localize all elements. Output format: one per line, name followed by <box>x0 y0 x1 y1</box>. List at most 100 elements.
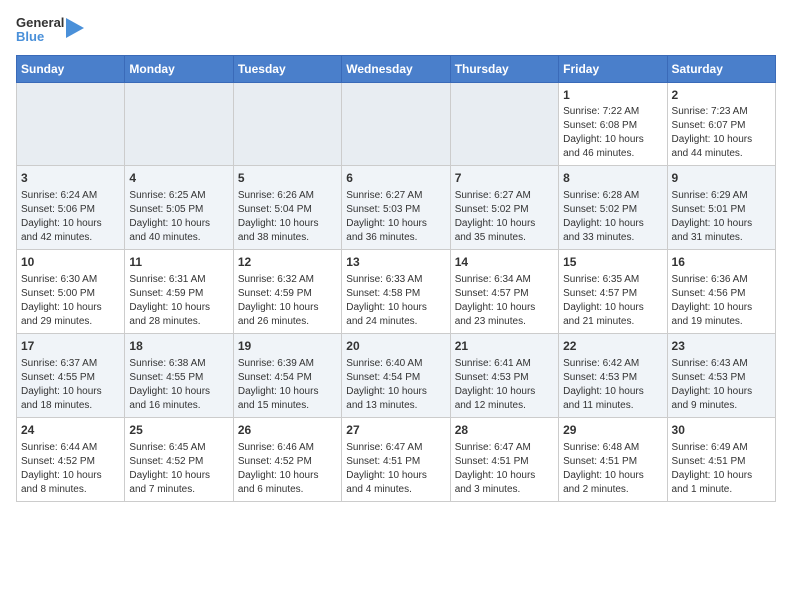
calendar-cell: 21Sunrise: 6:41 AMSunset: 4:53 PMDayligh… <box>450 333 558 417</box>
day-of-week-header: Saturday <box>667 55 775 82</box>
calendar-week-row: 3Sunrise: 6:24 AMSunset: 5:06 PMDaylight… <box>17 166 776 250</box>
cell-content-line: Sunset: 6:07 PM <box>672 119 771 133</box>
cell-content-line: Sunset: 4:53 PM <box>563 371 662 385</box>
calendar-table: SundayMondayTuesdayWednesdayThursdayFrid… <box>16 55 776 502</box>
logo-text-wrap: General Blue <box>16 16 64 45</box>
cell-content-line: Sunset: 4:55 PM <box>21 371 120 385</box>
cell-content-line: Daylight: 10 hours and 28 minutes. <box>129 301 228 329</box>
cell-content-line: Daylight: 10 hours and 7 minutes. <box>129 469 228 497</box>
day-of-week-header: Monday <box>125 55 233 82</box>
calendar-cell: 14 Sunrise: 6:34 AMSunset: 4:57 PMDayligh… <box>450 250 558 334</box>
cell-content-line: Sunset: 4:59 PM <box>238 287 337 301</box>
day-number: 30 <box>672 422 771 439</box>
cell-content-line: Sunrise: 6:28 AM <box>563 189 662 203</box>
cell-content-line: Sunset: 4:51 PM <box>563 455 662 469</box>
cell-content-line: Sunrise: 6:29 AM <box>672 189 771 203</box>
day-number: 20 <box>346 338 445 355</box>
day-of-week-header: Thursday <box>450 55 558 82</box>
day-number: 19 <box>238 338 337 355</box>
day-number: 8 <box>563 170 662 187</box>
cell-content-line: Sunset: 5:02 PM <box>455 203 554 217</box>
cell-content-line: Sunset: 4:51 PM <box>672 455 771 469</box>
calendar-cell <box>342 82 450 166</box>
cell-content-line: Sunset: 5:02 PM <box>563 203 662 217</box>
cell-content-line: Sunrise: 6:25 AM <box>129 189 228 203</box>
logo-blue: Blue <box>16 30 44 44</box>
cell-content-line: Sunset: 4:57 PM <box>455 287 554 301</box>
cell-content-line: Sunset: 4:51 PM <box>455 455 554 469</box>
calendar-cell: 10Sunrise: 6:30 AMSunset: 5:00 PMDayligh… <box>17 250 125 334</box>
day-of-week-header: Sunday <box>17 55 125 82</box>
cell-content-line: Sunset: 4:51 PM <box>346 455 445 469</box>
calendar-week-row: 1Sunrise: 7:22 AMSunset: 6:08 PMDaylight… <box>17 82 776 166</box>
header: General Blue <box>16 16 776 45</box>
cell-content-line: Daylight: 10 hours and 11 minutes. <box>563 385 662 413</box>
day-number: 2 <box>672 87 771 104</box>
day-number: 10 <box>21 254 120 271</box>
cell-content-line: Daylight: 10 hours and 13 minutes. <box>346 385 445 413</box>
cell-content-line: Sunrise: 6:43 AM <box>672 357 771 371</box>
cell-content-line: Sunrise: 7:23 AM <box>672 105 771 119</box>
cell-content-line: Sunset: 4:57 PM <box>563 287 662 301</box>
cell-content-line: Sunrise: 6:46 AM <box>238 441 337 455</box>
day-of-week-header: Wednesday <box>342 55 450 82</box>
calendar-cell: 7 Sunrise: 6:27 AMSunset: 5:02 PMDaylight… <box>450 166 558 250</box>
cell-content-line: Daylight: 10 hours and 15 minutes. <box>238 385 337 413</box>
cell-content-line: Daylight: 10 hours and 36 minutes. <box>346 217 445 245</box>
cell-content-line: Daylight: 10 hours and 12 minutes. <box>455 385 554 413</box>
cell-content-line: Daylight: 10 hours and 3 minutes. <box>455 469 554 497</box>
cell-content-line: Sunrise: 6:34 AM <box>455 273 554 287</box>
cell-content-line: Daylight: 10 hours and 26 minutes. <box>238 301 337 329</box>
cell-content-line: Sunset: 4:53 PM <box>672 371 771 385</box>
logo-arrow-icon <box>66 18 84 38</box>
calendar-cell: 27Sunrise: 6:47 AMSunset: 4:51 PMDayligh… <box>342 417 450 501</box>
cell-content-line: Sunrise: 6:39 AM <box>238 357 337 371</box>
cell-content-line: Sunrise: 6:26 AM <box>238 189 337 203</box>
calendar-cell <box>17 82 125 166</box>
day-number: 6 <box>346 170 445 187</box>
cell-content-line: Daylight: 10 hours and 35 minutes. <box>455 217 554 245</box>
cell-content-line: Daylight: 10 hours and 38 minutes. <box>238 217 337 245</box>
cell-content-line: Sunrise: 6:48 AM <box>563 441 662 455</box>
calendar-cell: 12Sunrise: 6:32 AMSunset: 4:59 PMDayligh… <box>233 250 341 334</box>
day-number: 3 <box>21 170 120 187</box>
calendar-cell <box>233 82 341 166</box>
calendar-cell: 13Sunrise: 6:33 AMSunset: 4:58 PMDayligh… <box>342 250 450 334</box>
day-number: 13 <box>346 254 445 271</box>
calendar-cell: 2Sunrise: 7:23 AMSunset: 6:07 PMDaylight… <box>667 82 775 166</box>
cell-content-line: Daylight: 10 hours and 40 minutes. <box>129 217 228 245</box>
cell-content-line: Sunrise: 6:30 AM <box>21 273 120 287</box>
cell-content-line: Sunset: 5:04 PM <box>238 203 337 217</box>
day-number: 14 <box>455 254 554 271</box>
calendar-cell: 4 Sunrise: 6:25 AMSunset: 5:05 PMDaylight… <box>125 166 233 250</box>
day-number: 24 <box>21 422 120 439</box>
calendar-cell: 26Sunrise: 6:46 AMSunset: 4:52 PMDayligh… <box>233 417 341 501</box>
day-number: 4 <box>129 170 228 187</box>
cell-content-line: Sunset: 5:05 PM <box>129 203 228 217</box>
cell-content-line: Daylight: 10 hours and 23 minutes. <box>455 301 554 329</box>
cell-content-line: Daylight: 10 hours and 44 minutes. <box>672 133 771 161</box>
calendar-cell: 17Sunrise: 6:37 AMSunset: 4:55 PMDayligh… <box>17 333 125 417</box>
cell-content-line: Sunrise: 6:40 AM <box>346 357 445 371</box>
calendar-cell: 15Sunrise: 6:35 AMSunset: 4:57 PMDayligh… <box>559 250 667 334</box>
cell-content-line: Sunrise: 6:27 AM <box>455 189 554 203</box>
cell-content-line: Sunrise: 6:42 AM <box>563 357 662 371</box>
calendar-body: 1Sunrise: 7:22 AMSunset: 6:08 PMDaylight… <box>17 82 776 501</box>
cell-content-line: Daylight: 10 hours and 19 minutes. <box>672 301 771 329</box>
cell-content-line: Daylight: 10 hours and 33 minutes. <box>563 217 662 245</box>
day-number: 21 <box>455 338 554 355</box>
cell-content-line: Sunrise: 6:47 AM <box>346 441 445 455</box>
cell-content-line: Sunset: 4:55 PM <box>129 371 228 385</box>
cell-content-line: Daylight: 10 hours and 1 minute. <box>672 469 771 497</box>
cell-content-line: Daylight: 10 hours and 42 minutes. <box>21 217 120 245</box>
cell-content-line: Daylight: 10 hours and 9 minutes. <box>672 385 771 413</box>
day-number: 7 <box>455 170 554 187</box>
calendar-cell: 8 Sunrise: 6:28 AMSunset: 5:02 PMDaylight… <box>559 166 667 250</box>
cell-content-line: Daylight: 10 hours and 18 minutes. <box>21 385 120 413</box>
cell-content-line: Sunrise: 6:41 AM <box>455 357 554 371</box>
day-number: 1 <box>563 87 662 104</box>
cell-content-line: Sunrise: 6:49 AM <box>672 441 771 455</box>
cell-content-line: Sunset: 4:52 PM <box>21 455 120 469</box>
cell-content-line: Daylight: 10 hours and 16 minutes. <box>129 385 228 413</box>
cell-content-line: Sunset: 5:06 PM <box>21 203 120 217</box>
